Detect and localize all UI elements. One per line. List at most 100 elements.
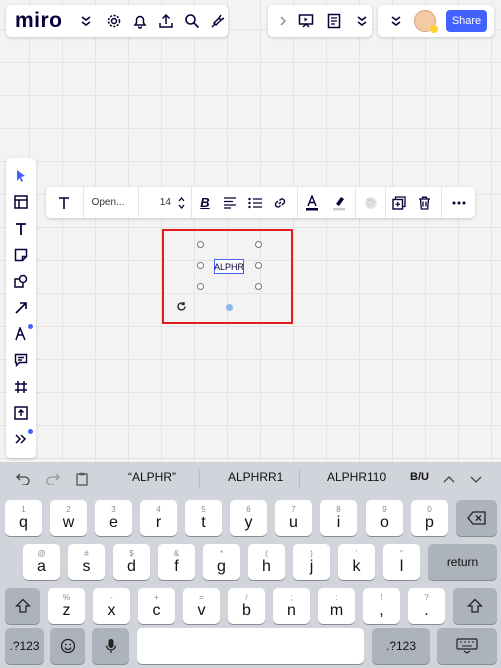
suggestion-item[interactable]: “ALPHR” bbox=[128, 470, 176, 484]
key-j[interactable]: ) j bbox=[293, 544, 330, 580]
key-i[interactable]: 8i bbox=[320, 500, 357, 536]
paste-icon[interactable] bbox=[74, 471, 90, 487]
chevron-down-icon[interactable] bbox=[468, 471, 484, 487]
text-context-toolbar: Open... 14 B bbox=[46, 187, 475, 218]
canvas-text-item[interactable]: ALPHR bbox=[214, 259, 244, 274]
key-q[interactable]: 1q bbox=[5, 500, 42, 536]
emoji-key[interactable] bbox=[50, 628, 85, 664]
chevrons-down-icon[interactable] bbox=[77, 11, 97, 31]
key-g[interactable]: * g bbox=[203, 544, 240, 580]
key-c[interactable]: + c bbox=[138, 588, 175, 624]
font-size-value[interactable]: 14 bbox=[139, 197, 176, 208]
key-a[interactable]: @ a bbox=[23, 544, 60, 580]
numbers-key[interactable]: .?123 bbox=[372, 628, 430, 664]
key-v[interactable]: = v bbox=[183, 588, 220, 624]
key-w[interactable]: 2w bbox=[50, 500, 87, 536]
resize-handle[interactable] bbox=[197, 283, 204, 290]
key-z[interactable]: % z bbox=[48, 588, 85, 624]
comment-icon[interactable] bbox=[6, 347, 36, 373]
connector-handle[interactable] bbox=[226, 304, 233, 311]
key-e[interactable]: 3e bbox=[95, 500, 132, 536]
more-tools-icon[interactable] bbox=[6, 426, 36, 452]
resize-handle[interactable] bbox=[255, 283, 262, 290]
suggestion-item[interactable]: ALPHR110 bbox=[327, 470, 386, 484]
trash-icon[interactable] bbox=[412, 187, 437, 218]
fill-color-icon[interactable] bbox=[356, 187, 385, 218]
search-icon[interactable] bbox=[182, 11, 202, 31]
presentation-icon[interactable] bbox=[296, 11, 316, 31]
shapes-icon[interactable] bbox=[6, 268, 36, 294]
key-f[interactable]: & f bbox=[158, 544, 195, 580]
resize-handle[interactable] bbox=[255, 262, 262, 269]
divider bbox=[299, 470, 300, 488]
pen-icon[interactable] bbox=[6, 321, 36, 347]
divider bbox=[199, 470, 200, 488]
resize-handle[interactable] bbox=[197, 262, 204, 269]
key-d[interactable]: $ d bbox=[113, 544, 150, 580]
key-u[interactable]: 7u bbox=[275, 500, 312, 536]
key-l[interactable]: " l bbox=[383, 544, 420, 580]
sticky-note-icon[interactable] bbox=[6, 242, 36, 268]
text-tool-icon[interactable] bbox=[6, 216, 36, 242]
shift-key[interactable] bbox=[453, 588, 497, 624]
bullet-list-icon[interactable] bbox=[243, 187, 268, 218]
user-avatar[interactable] bbox=[414, 10, 438, 33]
frame-icon[interactable] bbox=[6, 373, 36, 399]
suggestion-item[interactable]: ALPHRR1 bbox=[228, 470, 283, 484]
chevron-up-icon[interactable] bbox=[441, 471, 457, 487]
font-size-stepper-icon[interactable] bbox=[176, 187, 188, 218]
chevrons-down-icon[interactable] bbox=[352, 11, 372, 31]
miro-logo[interactable]: miro bbox=[15, 9, 63, 33]
numbers-key[interactable]: .?123 bbox=[5, 628, 44, 664]
align-left-icon[interactable] bbox=[217, 187, 242, 218]
chevron-right-icon[interactable] bbox=[276, 11, 290, 31]
undo-icon[interactable] bbox=[15, 471, 31, 487]
key-s[interactable]: # s bbox=[68, 544, 105, 580]
rotate-icon[interactable] bbox=[175, 300, 187, 312]
upload-tool-icon[interactable] bbox=[6, 400, 36, 426]
redo-icon[interactable] bbox=[45, 471, 61, 487]
pointer-icon[interactable] bbox=[6, 163, 36, 189]
key-k[interactable]: ’ k bbox=[338, 544, 375, 580]
hide-keyboard-key[interactable] bbox=[437, 628, 497, 664]
gear-icon[interactable] bbox=[104, 11, 124, 31]
text-color-icon[interactable] bbox=[298, 187, 327, 218]
format-bold-underline-button[interactable]: B/U bbox=[410, 471, 429, 483]
key-h[interactable]: (h bbox=[248, 544, 285, 580]
key-n[interactable]: ; n bbox=[273, 588, 310, 624]
font-family-select[interactable]: Open... bbox=[84, 197, 138, 208]
dictation-key[interactable] bbox=[92, 628, 129, 664]
key-r[interactable]: 4r bbox=[140, 500, 177, 536]
upload-icon[interactable] bbox=[156, 11, 176, 31]
resize-handle[interactable] bbox=[197, 241, 204, 248]
highlight-icon[interactable] bbox=[326, 187, 351, 218]
key-comma[interactable]: !, bbox=[363, 588, 400, 624]
chevrons-down-icon[interactable] bbox=[388, 11, 404, 31]
return-key[interactable]: return bbox=[428, 544, 497, 580]
new-indicator bbox=[28, 323, 33, 329]
frames-icon[interactable] bbox=[6, 189, 36, 215]
key-y[interactable]: 6y bbox=[230, 500, 267, 536]
key-m[interactable]: :m bbox=[318, 588, 355, 624]
new-indicator bbox=[28, 428, 33, 434]
shift-key[interactable] bbox=[5, 588, 40, 624]
space-bar[interactable] bbox=[137, 628, 364, 664]
key-p[interactable]: 0p bbox=[411, 500, 448, 536]
key-b[interactable]: / b bbox=[228, 588, 265, 624]
share-button[interactable]: Share bbox=[446, 10, 487, 32]
bold-icon[interactable]: B bbox=[192, 187, 217, 218]
duplicate-icon[interactable] bbox=[386, 187, 412, 218]
notes-icon[interactable] bbox=[324, 11, 344, 31]
backspace-key[interactable] bbox=[456, 500, 497, 536]
resize-handle[interactable] bbox=[255, 241, 262, 248]
key-x[interactable]: -x bbox=[93, 588, 130, 624]
arrow-line-icon[interactable] bbox=[6, 294, 36, 320]
bell-icon[interactable] bbox=[130, 11, 150, 31]
more-options-icon[interactable] bbox=[442, 187, 475, 218]
plug-icon[interactable] bbox=[208, 11, 228, 31]
key-o[interactable]: 9o bbox=[366, 500, 403, 536]
key-t[interactable]: 5t bbox=[185, 500, 222, 536]
text-type-icon[interactable] bbox=[46, 187, 83, 218]
link-icon[interactable] bbox=[268, 187, 293, 218]
key-period[interactable]: ?. bbox=[408, 588, 445, 624]
